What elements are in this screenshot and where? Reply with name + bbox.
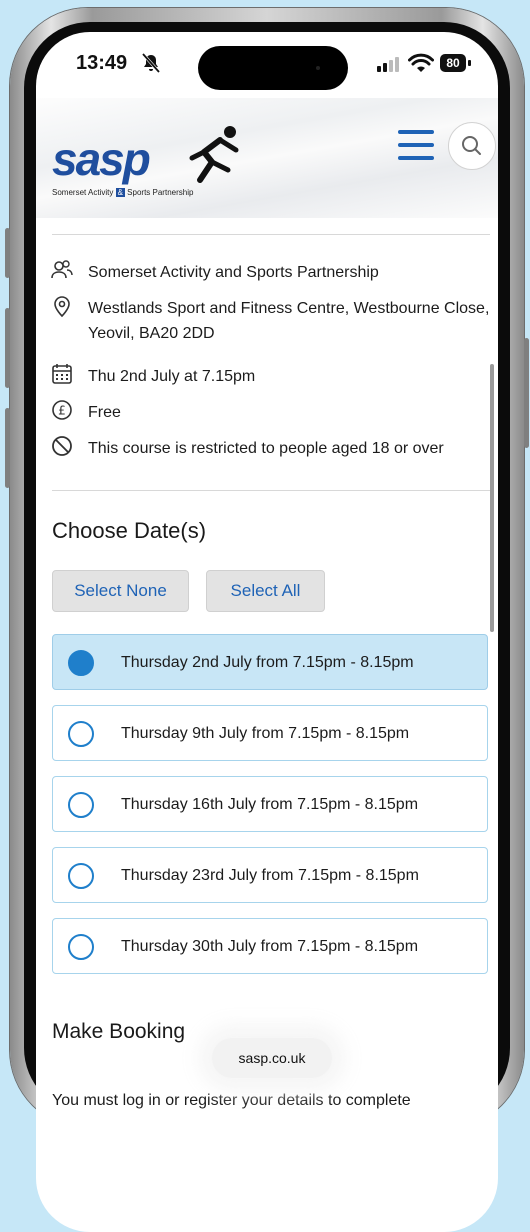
wifi-icon bbox=[408, 53, 434, 72]
make-booking-heading: Make Booking bbox=[52, 1020, 186, 1043]
radio-unchecked-icon[interactable] bbox=[68, 792, 94, 818]
scrollbar[interactable] bbox=[490, 364, 494, 632]
cellular-signal-icon bbox=[377, 57, 399, 72]
date-row-info: Thu 2nd July at 7.15pm bbox=[50, 362, 490, 390]
location-pin-icon bbox=[54, 296, 70, 318]
search-icon bbox=[462, 136, 481, 155]
date-option-label: Thursday 30th July from 7.15pm - 8.15pm bbox=[121, 938, 419, 955]
price-text: Free bbox=[88, 404, 121, 421]
restricted-icon bbox=[52, 436, 72, 456]
action-button bbox=[5, 228, 10, 278]
status-bar: 13:49 80 bbox=[36, 32, 498, 98]
date-option[interactable]: Thursday 23rd July from 7.15pm - 8.15pm bbox=[52, 847, 488, 903]
status-time: 13:49 bbox=[76, 52, 128, 74]
search-button[interactable] bbox=[448, 122, 496, 170]
silent-bell-icon bbox=[141, 53, 161, 73]
people-icon bbox=[51, 260, 73, 279]
date-option[interactable]: Thursday 30th July from 7.15pm - 8.15pm bbox=[52, 918, 488, 974]
date-option-label: Thursday 2nd July from 7.15pm - 8.15pm bbox=[121, 654, 414, 671]
logo-subtitle-right: Sports Partnership bbox=[127, 188, 194, 197]
svg-text:£: £ bbox=[58, 404, 66, 418]
date-option[interactable]: Thursday 16th July from 7.15pm - 8.15pm bbox=[52, 776, 488, 832]
booking-text: You must log in or register your details… bbox=[52, 1092, 411, 1109]
browser-url-bar[interactable]: sasp.co.uk bbox=[212, 1038, 332, 1078]
pound-icon: £ bbox=[52, 400, 72, 420]
date-option-label: Thursday 23rd July from 7.15pm - 8.15pm bbox=[121, 867, 419, 884]
choose-dates-heading: Choose Date(s) bbox=[52, 518, 207, 543]
battery-indicator: 80 bbox=[440, 54, 472, 72]
date-option[interactable]: Thursday 2nd July from 7.15pm - 8.15pm bbox=[52, 634, 488, 690]
radio-unchecked-icon[interactable] bbox=[68, 863, 94, 889]
divider-top bbox=[52, 234, 490, 235]
price-row: £ Free bbox=[50, 398, 490, 426]
location-row: Westlands Sport and Fitness Centre, West… bbox=[50, 294, 490, 350]
organiser-row: Somerset Activity and Sports Partnership bbox=[50, 258, 490, 286]
logo-subtitle-left: Somerset Activity bbox=[52, 188, 114, 197]
divider-middle bbox=[52, 490, 490, 491]
select-all-button[interactable]: Select All bbox=[206, 570, 325, 612]
power-button bbox=[524, 338, 529, 448]
site-header: sasp Somerset Activity & Sports Partners… bbox=[36, 98, 498, 218]
date-option-label: Thursday 16th July from 7.15pm - 8.15pm bbox=[121, 796, 419, 813]
hamburger-menu-icon[interactable] bbox=[396, 128, 436, 162]
date-option-label: Thursday 9th July from 7.15pm - 8.15pm bbox=[121, 725, 410, 742]
radio-checked-icon[interactable] bbox=[68, 650, 94, 676]
date-text: Thu 2nd July at 7.15pm bbox=[88, 368, 256, 385]
logo-wordmark: sasp bbox=[52, 133, 151, 185]
radio-unchecked-icon[interactable] bbox=[68, 721, 94, 747]
location-text[interactable]: Westlands Sport and Fitness Centre, West… bbox=[88, 296, 490, 346]
logo-subtitle: Somerset Activity & Sports Partnership bbox=[52, 188, 193, 197]
select-none-button[interactable]: Select None bbox=[52, 570, 189, 612]
volume-down-button bbox=[5, 408, 10, 488]
phone-screen: 13:49 80 sasp Somerset Activity & Sports… bbox=[36, 32, 498, 1232]
organiser-text: Somerset Activity and Sports Partnership bbox=[88, 264, 379, 281]
date-option[interactable]: Thursday 9th July from 7.15pm - 8.15pm bbox=[52, 705, 488, 761]
runner-icon bbox=[189, 126, 239, 183]
calendar-icon bbox=[52, 364, 72, 384]
sasp-logo[interactable]: sasp Somerset Activity & Sports Partners… bbox=[52, 118, 262, 198]
logo-subtitle-amp: & bbox=[115, 188, 125, 197]
restriction-text: This course is restricted to people aged… bbox=[88, 440, 444, 457]
radio-unchecked-icon[interactable] bbox=[68, 934, 94, 960]
dynamic-island bbox=[198, 46, 348, 90]
battery-level: 80 bbox=[440, 54, 466, 72]
restriction-row: This course is restricted to people aged… bbox=[50, 434, 490, 462]
volume-up-button bbox=[5, 308, 10, 388]
